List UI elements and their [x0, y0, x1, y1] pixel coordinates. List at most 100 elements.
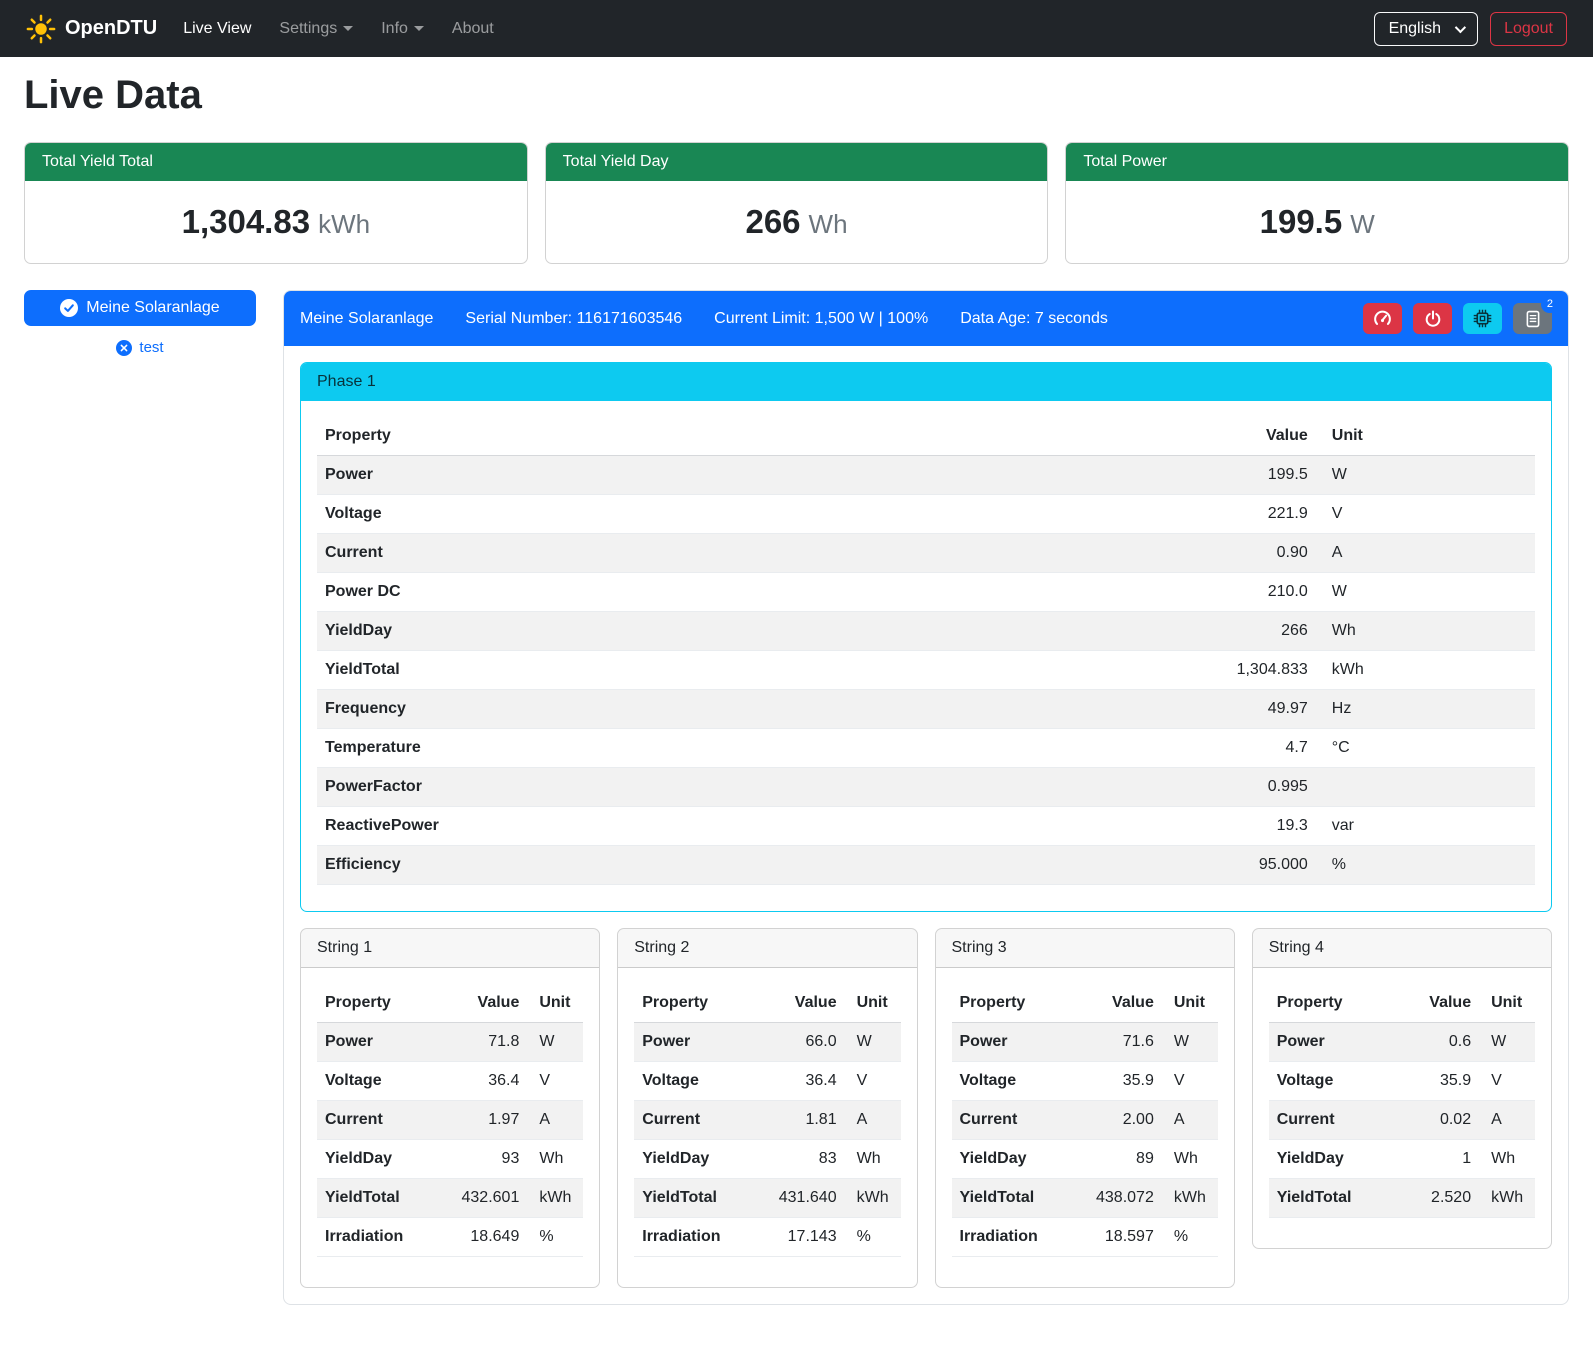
property-cell: YieldDay: [317, 612, 915, 651]
table-row: YieldTotal431.640kWh: [634, 1179, 900, 1218]
col-property: Property: [1269, 984, 1397, 1023]
value-cell: 2.520: [1397, 1179, 1479, 1218]
value-cell: 35.9: [1069, 1062, 1161, 1101]
chevron-down-icon: [1455, 21, 1466, 32]
table-row: Current0.90A: [317, 534, 1535, 573]
event-log-button[interactable]: 2: [1513, 303, 1552, 334]
inverter-select-button[interactable]: Meine Solaranlage: [24, 290, 256, 326]
col-unit: Unit: [1479, 984, 1535, 1023]
string-card-3: String 3 Property Value Unit Power71.6WV…: [935, 928, 1235, 1288]
nav-info[interactable]: Info: [381, 20, 424, 38]
property-cell: Power: [634, 1023, 752, 1062]
card-unit: Wh: [809, 209, 848, 239]
brand-label: OpenDTU: [65, 17, 157, 40]
event-count-badge: 2: [1541, 296, 1559, 313]
value-cell: 431.640: [752, 1179, 844, 1218]
property-cell: Voltage: [952, 1062, 1070, 1101]
unit-cell: Hz: [1316, 690, 1535, 729]
table-row: ReactivePower19.3var: [317, 807, 1535, 846]
unit-cell: W: [527, 1023, 583, 1062]
device-info-button[interactable]: [1463, 303, 1502, 334]
unit-cell: Wh: [1162, 1140, 1218, 1179]
property-cell: Irradiation: [952, 1218, 1070, 1257]
value-cell: 66.0: [752, 1023, 844, 1062]
property-cell: YieldTotal: [317, 1179, 435, 1218]
nav-settings[interactable]: Settings: [279, 20, 353, 38]
inverter-select-label: Meine Solaranlage: [86, 299, 219, 317]
table-row: Voltage221.9V: [317, 495, 1535, 534]
logout-button[interactable]: Logout: [1490, 12, 1567, 46]
table-row: Current2.00A: [952, 1101, 1218, 1140]
unit-cell: %: [1162, 1218, 1218, 1257]
property-cell: Efficiency: [317, 846, 915, 885]
value-cell: 95.000: [915, 846, 1316, 885]
power-icon: [1424, 310, 1442, 328]
table-row: YieldDay89Wh: [952, 1140, 1218, 1179]
power-button[interactable]: [1413, 303, 1452, 334]
card-body: 1,304.83kWh: [25, 181, 527, 263]
property-cell: Power: [1269, 1023, 1397, 1062]
card-unit: W: [1350, 209, 1375, 239]
unit-cell: %: [845, 1218, 901, 1257]
value-cell: 49.97: [915, 690, 1316, 729]
journal-icon: [1524, 310, 1542, 328]
unit-cell: %: [527, 1218, 583, 1257]
unit-cell: V: [1479, 1062, 1535, 1101]
card-header: Total Yield Day: [546, 143, 1048, 181]
value-cell: 0.02: [1397, 1101, 1479, 1140]
property-cell: Current: [634, 1101, 752, 1140]
phase-title: Phase 1: [301, 363, 1551, 401]
nav-about[interactable]: About: [452, 20, 494, 38]
table-row: Voltage36.4V: [634, 1062, 900, 1101]
string-body: Property Value Unit Power71.6WVoltage35.…: [936, 968, 1234, 1287]
unit-cell: V: [1316, 495, 1535, 534]
value-cell: 0.995: [915, 768, 1316, 807]
property-cell: YieldDay: [1269, 1140, 1397, 1179]
limit-settings-button[interactable]: [1363, 303, 1402, 334]
nav-live-view[interactable]: Live View: [183, 20, 251, 38]
value-cell: 0.6: [1397, 1023, 1479, 1062]
gauge-icon: [1373, 309, 1392, 328]
property-cell: Power: [952, 1023, 1070, 1062]
strings-row: String 1 Property Value Unit Power71.8WV…: [300, 928, 1552, 1288]
language-select[interactable]: English: [1374, 12, 1478, 46]
unit-cell: kWh: [1479, 1179, 1535, 1218]
top-navbar: OpenDTU Live View Settings Info About En…: [0, 0, 1593, 57]
table-row: PowerFactor0.995: [317, 768, 1535, 807]
unit-cell: var: [1316, 807, 1535, 846]
value-cell: 93: [435, 1140, 527, 1179]
table-row: Efficiency95.000%: [317, 846, 1535, 885]
unit-cell: Wh: [527, 1140, 583, 1179]
string-table: Property Value Unit Power66.0WVoltage36.…: [634, 984, 900, 1257]
table-row: Voltage35.9V: [1269, 1062, 1535, 1101]
unit-cell: A: [845, 1101, 901, 1140]
string-body: Property Value Unit Power0.6WVoltage35.9…: [1253, 968, 1551, 1248]
col-unit: Unit: [527, 984, 583, 1023]
value-cell: 199.5: [915, 456, 1316, 495]
value-cell: 18.649: [435, 1218, 527, 1257]
table-row: Voltage35.9V: [952, 1062, 1218, 1101]
string-table: Property Value Unit Power71.6WVoltage35.…: [952, 984, 1218, 1257]
unit-cell: A: [1316, 534, 1535, 573]
value-cell: 1.97: [435, 1101, 527, 1140]
value-cell: 36.4: [752, 1062, 844, 1101]
unit-cell: V: [845, 1062, 901, 1101]
unit-cell: W: [845, 1023, 901, 1062]
card-header: Total Power: [1066, 143, 1568, 181]
table-row: Irradiation17.143%: [634, 1218, 900, 1257]
brand[interactable]: OpenDTU: [26, 14, 157, 44]
nav-settings-label: Settings: [279, 20, 337, 38]
table-header-row: Property Value Unit: [1269, 984, 1535, 1023]
value-cell: 71.6: [1069, 1023, 1161, 1062]
value-cell: 432.601: [435, 1179, 527, 1218]
card-value: 1,304.83: [182, 203, 310, 240]
property-cell: YieldDay: [952, 1140, 1070, 1179]
chevron-down-icon: [343, 26, 353, 31]
value-cell: 4.7: [915, 729, 1316, 768]
unit-cell: V: [1162, 1062, 1218, 1101]
property-cell: PowerFactor: [317, 768, 915, 807]
inverter-item-test[interactable]: test: [24, 339, 256, 356]
inverter-panel: Meine Solaranlage Serial Number: 1161716…: [283, 290, 1569, 1305]
cpu-icon: [1473, 309, 1492, 328]
current-limit: Current Limit: 1,500 W | 100%: [714, 310, 928, 328]
